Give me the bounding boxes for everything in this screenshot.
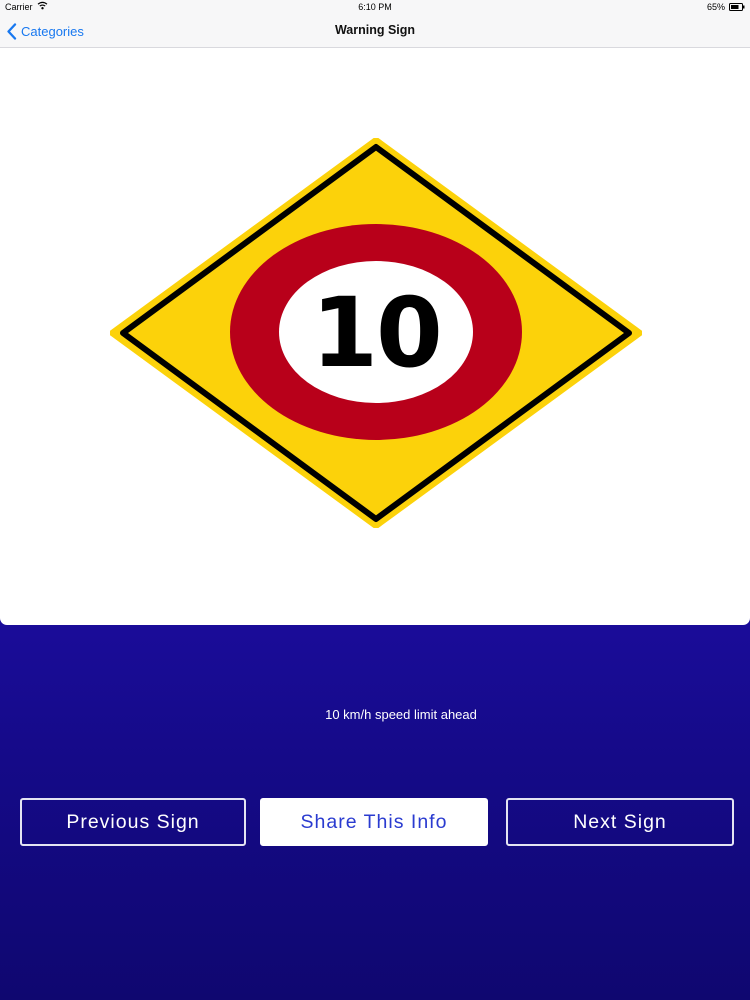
next-sign-button[interactable]: Next Sign <box>506 798 734 846</box>
warning-sign-image: 10 <box>110 138 642 528</box>
previous-sign-button[interactable]: Previous Sign <box>20 798 246 846</box>
status-bar: Carrier 6:10 PM 65% <box>0 0 750 14</box>
page-title: Warning Sign <box>334 23 416 37</box>
navigation-bar: Categories Warning Sign <box>0 14 750 48</box>
battery-icon <box>729 3 745 11</box>
status-time: 6:10 PM <box>358 2 392 12</box>
battery-percent: 65% <box>706 2 725 12</box>
share-info-button[interactable]: Share This Info <box>260 798 488 846</box>
speed-value: 10 <box>311 277 441 389</box>
sign-description: 10 km/h speed limit ahead <box>325 707 477 722</box>
